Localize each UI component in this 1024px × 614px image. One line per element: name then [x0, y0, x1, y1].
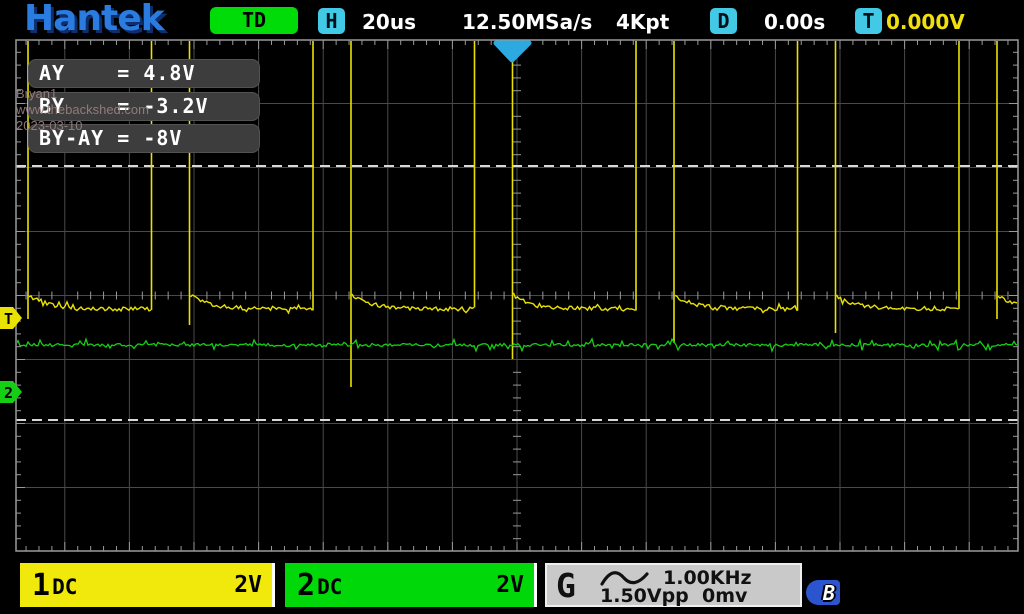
svg-text:2: 2 — [4, 384, 13, 402]
watermark-date: 2023-03-10 — [16, 118, 83, 133]
ch1-low-segment — [351, 293, 475, 314]
ch1-low-segment — [28, 294, 152, 313]
ch1-low-segment — [190, 294, 314, 315]
channel2-position-marker[interactable]: 2 — [0, 381, 22, 403]
svg-text:T: T — [4, 310, 13, 328]
watermark-author: Bryan1 — [16, 86, 58, 101]
ch1-low-segment — [674, 294, 798, 314]
ch1-low-segment — [835, 294, 959, 312]
watermark-site: www.thebackshed.com — [16, 102, 149, 117]
oscilloscope-screen: Hantek TD H 20us 12.50MSa/s 4Kpt D 0.00s… — [0, 0, 1024, 614]
cursor-ay-readout: AY = 4.8V — [28, 59, 260, 88]
trigger-level-marker[interactable]: T — [0, 307, 22, 329]
trigger-position-marker[interactable] — [493, 40, 532, 63]
watermark: Bryan1 www.thebackshed.com 2023-03-10 — [16, 86, 149, 134]
